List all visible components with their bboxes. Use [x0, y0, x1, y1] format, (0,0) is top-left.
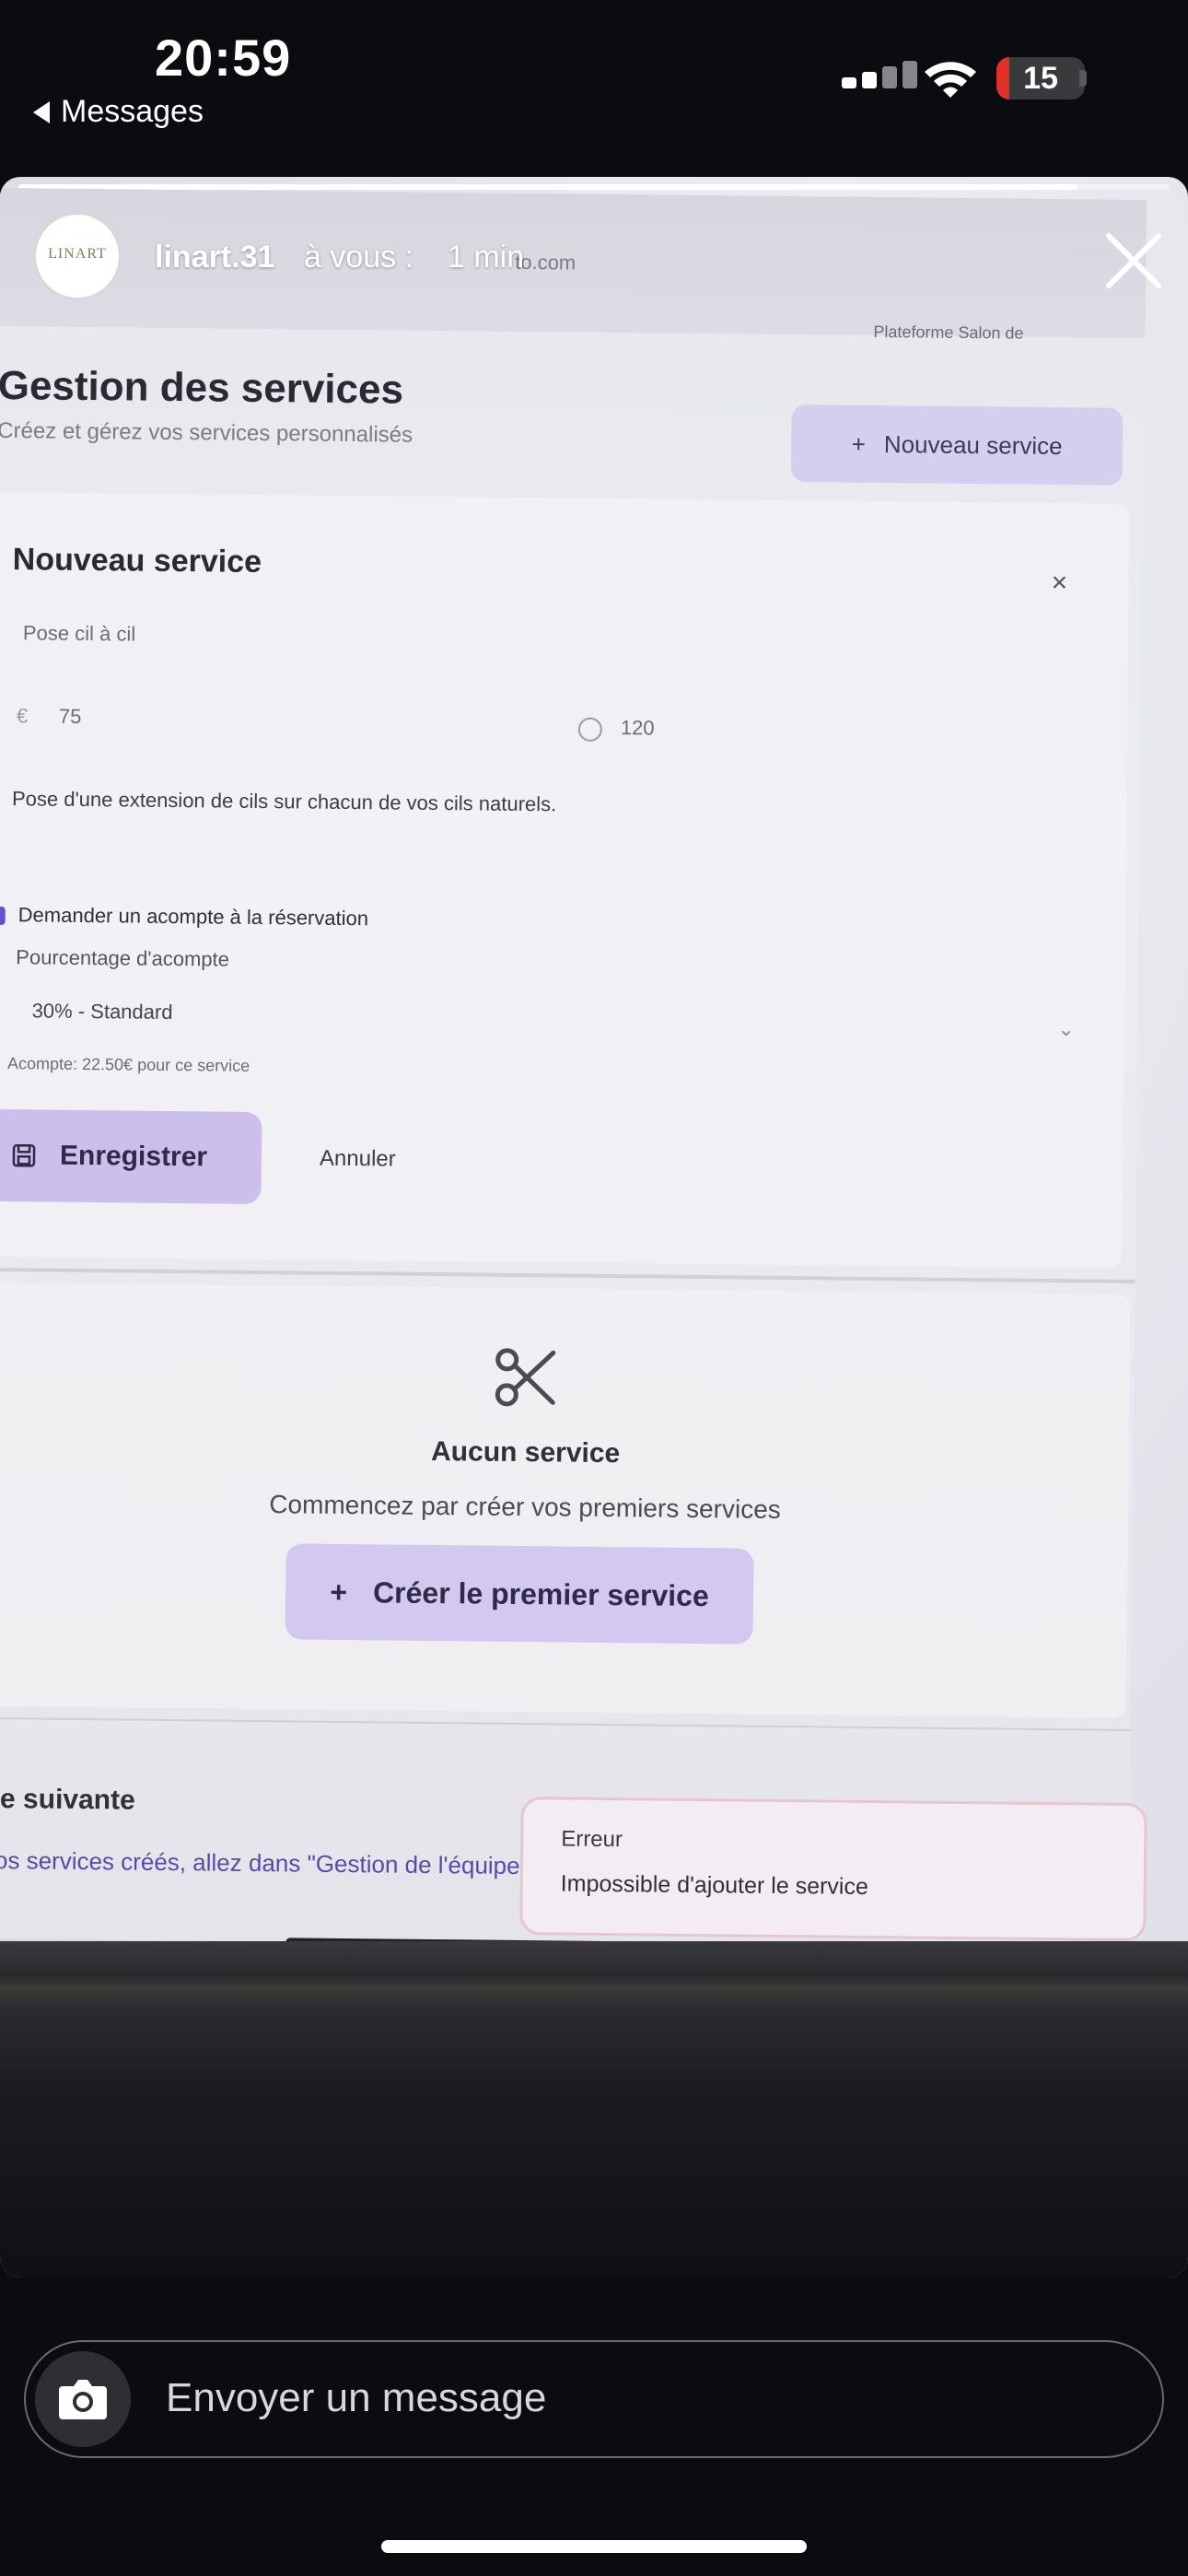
chevron-down-icon: ⌄	[1057, 1017, 1076, 1041]
browser-tab: Plateforme Salon de	[873, 322, 1024, 343]
toast-title: Erreur	[561, 1826, 623, 1853]
next-step-title: pe suivante	[0, 1783, 135, 1816]
new-service-label: Nouveau service	[883, 429, 1063, 460]
page-subtitle: Créez et gérez vos services personnalisé…	[0, 417, 413, 448]
deposit-select: 30% - Standard	[31, 999, 173, 1025]
create-first-service-label: Créer le premier service	[372, 1575, 709, 1612]
divider	[0, 1716, 1131, 1731]
error-toast	[519, 1797, 1147, 1942]
photographed-screen: to.com Plateforme Salon de Gestion des s…	[0, 188, 1147, 1952]
cancel-button: Annuler	[319, 1145, 396, 1172]
wifi-icon	[925, 62, 976, 98]
story-username[interactable]: linart.31	[155, 240, 274, 275]
deposit-percent-label: Pourcentage d'acompte	[16, 945, 230, 971]
scissors-icon	[495, 1348, 556, 1407]
message-placeholder: Envoyer un message	[166, 2375, 547, 2420]
battery-nub	[1079, 70, 1087, 87]
save-label: Enregistrer	[59, 1140, 208, 1173]
euro-icon: €	[16, 704, 29, 728]
story-meta: à vous : 1 min	[304, 240, 524, 275]
back-to-messages[interactable]: Messages	[33, 94, 204, 130]
clock-icon	[577, 717, 603, 742]
story-viewer[interactable]: to.com Plateforme Salon de Gestion des s…	[0, 177, 1188, 2277]
save-icon	[12, 1143, 36, 1167]
photo-background	[0, 1941, 1188, 2277]
battery-level: 15	[1023, 61, 1058, 96]
story-age: 1 min	[447, 240, 525, 275]
page-title: Gestion des services	[0, 362, 404, 413]
create-first-service-button: + Créer le premier service	[285, 1543, 754, 1645]
avatar-brand: LINART	[48, 246, 107, 262]
save-button: Enregistrer	[0, 1108, 262, 1205]
divider	[0, 1267, 1136, 1283]
price-field: 75	[58, 704, 82, 728]
avatar[interactable]: LINART	[33, 212, 122, 300]
back-label: Messages	[61, 94, 204, 129]
next-step-text: vos services créés, allez dans "Gestion …	[0, 1845, 529, 1880]
plus-icon: +	[330, 1575, 348, 1609]
deposit-checkbox-label: Demander un acompte à la réservation	[17, 903, 369, 931]
story-progress-bar	[18, 184, 1170, 190]
deposit-hint: Acompte: 22.50€ pour ce service	[6, 1054, 250, 1075]
service-name-field: Pose cil à cil	[22, 621, 136, 646]
deposit-checkbox	[0, 906, 6, 926]
camera-button[interactable]	[35, 2351, 131, 2447]
home-indicator	[381, 2540, 807, 2553]
battery-icon: 15	[996, 57, 1085, 100]
story-recipient: à vous :	[304, 240, 414, 275]
duration-field: 120	[620, 716, 655, 740]
plus-icon: +	[851, 429, 867, 458]
close-icon[interactable]	[1101, 228, 1166, 293]
back-arrow-icon	[33, 100, 50, 123]
close-icon: ×	[1051, 567, 1068, 599]
camera-icon	[59, 2380, 107, 2419]
new-service-button: + Nouveau service	[790, 404, 1124, 486]
form-title: Nouveau service	[12, 542, 262, 580]
toast-message: Impossible d'ajouter le service	[560, 1870, 868, 1900]
status-time: 20:59	[155, 29, 292, 87]
cellular-signal-icon	[842, 61, 917, 88]
